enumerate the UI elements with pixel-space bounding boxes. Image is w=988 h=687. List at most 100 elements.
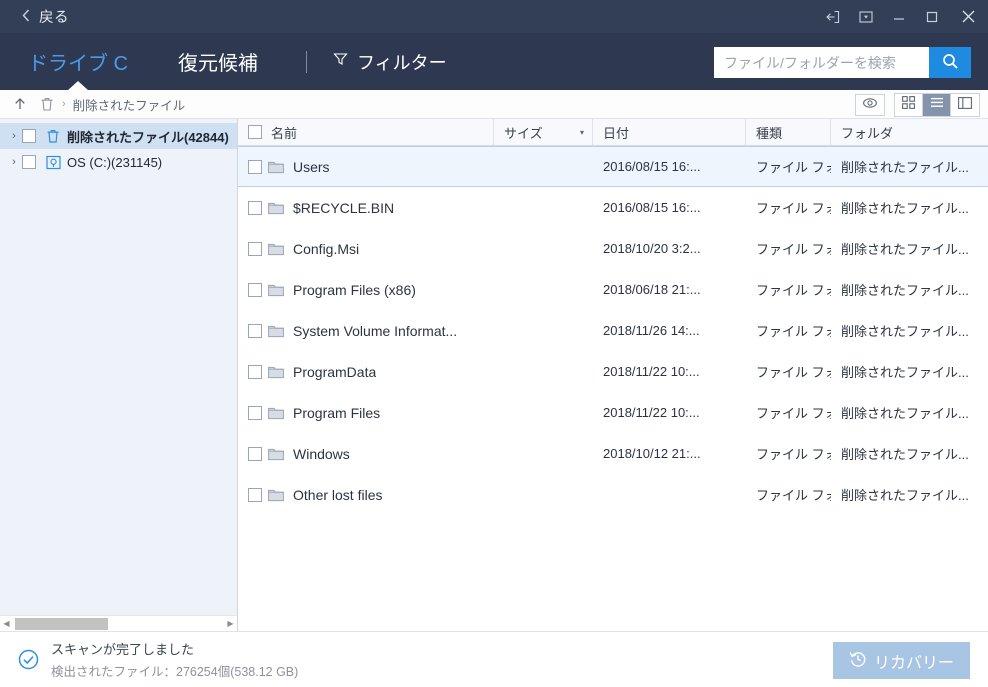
chevron-down-icon[interactable]: ▾ [580, 128, 584, 137]
table-row[interactable]: Program Files (x86) 2018/06/18 21:... ファイル… [238, 269, 988, 310]
list-view-icon [930, 96, 944, 114]
cell-name[interactable]: Program Files [238, 405, 494, 421]
sidebar-item-checkbox[interactable] [22, 155, 36, 169]
back-label: 戻る [39, 10, 69, 26]
trash-icon[interactable] [40, 97, 54, 112]
chevron-right-icon[interactable]: › [6, 156, 22, 168]
file-name-label: $RECYCLE.BIN [293, 199, 395, 216]
cell-folder: 削除されたファイル... [841, 242, 969, 257]
table-row[interactable]: $RECYCLE.BIN 2016/08/15 16:... ファイル フォ... 削… [238, 187, 988, 228]
check-circle-icon [18, 649, 39, 670]
export-icon[interactable] [816, 0, 849, 33]
column-header-name[interactable]: 名前 [238, 119, 494, 145]
breadcrumb-path[interactable]: 削除されたファイル [73, 95, 186, 114]
window-controls [816, 0, 988, 33]
cell-date: 2016/08/15 16:... [603, 159, 701, 174]
cell-type: ファイル フォ... [756, 283, 831, 298]
row-checkbox[interactable] [248, 487, 262, 502]
cell-name[interactable]: Users [238, 159, 494, 175]
cell-type: ファイル フォ... [756, 488, 831, 503]
maximize-icon[interactable] [915, 0, 948, 33]
table-row[interactable]: Windows 2018/10/12 21:... ファイル フォ... 削除されたフ… [238, 433, 988, 474]
column-header-name-label: 名前 [271, 125, 298, 141]
arrow-up-icon[interactable] [13, 97, 27, 111]
recover-button[interactable]: リカバリー [833, 642, 970, 679]
row-checkbox[interactable] [248, 282, 262, 297]
minimize-icon[interactable] [882, 0, 915, 33]
file-name-label: Program Files (x86) [293, 281, 416, 298]
folder-icon [268, 201, 284, 215]
row-checkbox[interactable] [248, 405, 262, 420]
table-body: Users 2016/08/15 16:... ファイル フォ... 削除されたファイ… [238, 146, 988, 631]
view-toggle-group [855, 93, 980, 117]
close-icon[interactable] [948, 0, 988, 33]
select-all-checkbox[interactable] [248, 125, 262, 139]
breadcrumb-separator: › [62, 98, 66, 110]
tab-drive-c-label: ドライブ C [28, 53, 128, 75]
table-row[interactable]: ProgramData 2018/11/22 10:... ファイル フォ... 削除… [238, 351, 988, 392]
cell-name[interactable]: Other lost files [238, 487, 494, 503]
column-header-size[interactable]: サイズ ▾ [494, 119, 593, 145]
nav-divider [306, 50, 307, 73]
cell-type: ファイル フォ... [756, 406, 831, 421]
column-header-type[interactable]: 種類 [746, 119, 831, 145]
tab-recovery-candidates-label: 復元候補 [178, 53, 258, 75]
column-header-date[interactable]: 日付 [593, 119, 746, 145]
cell-type: ファイル フォ... [756, 447, 831, 462]
scroll-left-icon[interactable]: ◀ [0, 619, 13, 628]
scroll-right-icon[interactable]: ▶ [224, 619, 237, 628]
row-checkbox[interactable] [248, 446, 262, 461]
chevron-left-icon [22, 9, 30, 25]
table-row[interactable]: Other lost files ファイル フォ... 削除されたファイル... [238, 474, 988, 515]
cell-type: ファイル フォ... [756, 201, 831, 216]
row-checkbox[interactable] [248, 200, 262, 215]
row-checkbox[interactable] [248, 323, 262, 338]
column-header-folder[interactable]: フォルダ [831, 119, 988, 145]
status-detail: 検出されたファイル：276254個(538.12 GB) [51, 665, 299, 679]
cell-folder: 削除されたファイル... [841, 488, 969, 503]
row-checkbox[interactable] [248, 159, 262, 174]
back-button[interactable]: 戻る [22, 0, 69, 33]
cell-name[interactable]: ProgramData [238, 364, 494, 380]
eye-icon [862, 96, 878, 114]
table-row[interactable]: System Volume Informat... 2018/11/26 14:.… [238, 310, 988, 351]
cell-name[interactable]: Program Files (x86) [238, 282, 494, 298]
sidebar-item-checkbox[interactable] [22, 129, 36, 143]
row-checkbox[interactable] [248, 241, 262, 256]
sidebar-item-label: OS (C:)(231145) [67, 154, 163, 170]
cell-name[interactable]: Windows [238, 446, 494, 462]
list-view-button[interactable] [923, 94, 951, 116]
file-name-label: Windows [293, 445, 350, 462]
cell-name[interactable]: System Volume Informat... [238, 323, 494, 339]
preview-toggle-button[interactable] [855, 94, 885, 116]
chevron-right-icon[interactable]: › [6, 130, 22, 142]
sidebar-item-deleted-files[interactable]: › 削除されたファイル(42844) [0, 123, 237, 149]
dropdown-box-icon[interactable] [849, 0, 882, 33]
scrollbar-thumb[interactable] [15, 617, 108, 630]
detail-pane-button[interactable] [951, 94, 979, 116]
column-header-size-label: サイズ [504, 125, 543, 141]
tab-recovery-candidates[interactable]: 復元候補 [170, 33, 266, 90]
cell-date: 2018/10/20 3:2... [603, 241, 701, 256]
table-row[interactable]: Program Files 2018/11/22 10:... ファイル フォ...… [238, 392, 988, 433]
cell-folder: 削除されたファイル... [841, 201, 969, 216]
grid-view-button[interactable] [895, 94, 923, 116]
file-name-label: Program Files [293, 404, 381, 421]
table-row[interactable]: Users 2016/08/15 16:... ファイル フォ... 削除されたファイ… [238, 146, 988, 187]
sidebar-horizontal-scrollbar[interactable]: ◀ ▶ [0, 615, 237, 632]
sidebar-item-os-c[interactable]: › OS (C:)(231145) [0, 149, 237, 175]
tab-drive-c[interactable]: ドライブ C [20, 33, 136, 90]
cell-folder: 削除されたファイル... [841, 324, 969, 339]
search-input[interactable] [714, 47, 929, 78]
search-icon [942, 53, 959, 73]
sidebar: › 削除されたファイル(42844) › OS (C:)(231145) ◀ ▶ [0, 119, 238, 632]
cell-date: 2018/06/18 21:... [603, 282, 701, 297]
cell-name[interactable]: $RECYCLE.BIN [238, 200, 494, 216]
row-checkbox[interactable] [248, 364, 262, 379]
search-button[interactable] [929, 47, 971, 78]
status-message: スキャンが完了しました [51, 642, 195, 657]
cell-name[interactable]: Config.Msi [238, 241, 494, 257]
filter-button[interactable]: フィルター [333, 49, 447, 75]
table-row[interactable]: Config.Msi 2018/10/20 3:2... ファイル フォ... 削除さ… [238, 228, 988, 269]
scrollbar-track[interactable] [13, 615, 224, 632]
